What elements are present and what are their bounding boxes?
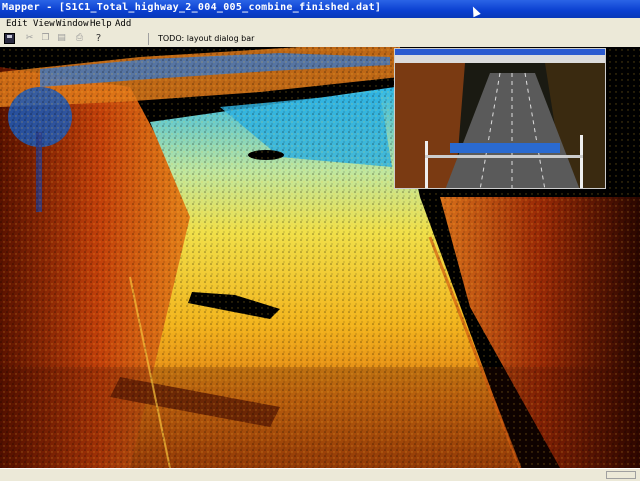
toolbar-separator <box>148 33 149 45</box>
menu-window[interactable]: Window <box>56 19 89 29</box>
dialog-bar-text: TODO: layout dialog bar <box>158 34 255 43</box>
paste-icon[interactable]: ▤ <box>56 33 67 44</box>
menu-view[interactable]: View <box>33 19 55 29</box>
copy-icon[interactable]: ❐ <box>40 33 51 44</box>
menu-edit[interactable]: Edit <box>6 19 28 29</box>
print-icon[interactable]: ⎙ <box>74 33 85 44</box>
status-bar <box>0 468 640 481</box>
cut-icon[interactable]: ✂ <box>24 33 35 44</box>
inset-camera-view[interactable] <box>394 48 606 189</box>
highway-photo <box>395 63 605 188</box>
toolbar: ✂ ❐ ▤ ⎙ ? TODO: layout dialog bar <box>0 31 640 48</box>
menu-help[interactable]: Help <box>90 19 112 29</box>
menu-bar: Edit View Window Help Add <box>0 18 640 31</box>
mouse-cursor-icon <box>469 4 481 18</box>
status-pane <box>606 471 636 479</box>
save-icon[interactable] <box>4 33 15 44</box>
title-bar[interactable]: Mapper - [S1C1_Total_highway_2_004_005_c… <box>0 0 640 18</box>
help-icon[interactable]: ? <box>93 33 104 44</box>
window-title: Mapper - [S1C1_Total_highway_2_004_005_c… <box>2 2 382 13</box>
inset-toolbar <box>395 55 605 63</box>
menu-add[interactable]: Add <box>115 19 131 29</box>
